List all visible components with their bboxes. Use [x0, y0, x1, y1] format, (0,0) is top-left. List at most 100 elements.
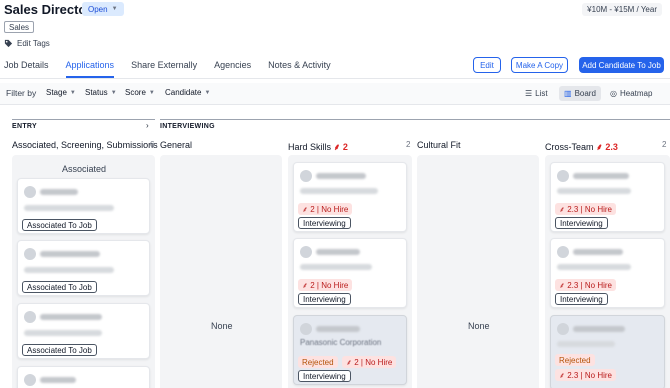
candidate-name [573, 326, 625, 332]
column-title-hard-skills: Hard Skills ⸙ 2 [288, 140, 348, 153]
filter-candidate[interactable]: Candidate ▼ [165, 88, 210, 97]
candidate-company [24, 267, 114, 273]
edit-tags-link[interactable]: Edit Tags [4, 39, 50, 48]
score-value: 2.3 [567, 204, 579, 214]
candidate-card[interactable]: ⸙ 2.3 | No Hire Interviewing [550, 238, 665, 308]
status-dropdown[interactable]: Open ▼ [82, 2, 124, 16]
score-icon: ⸙ [559, 280, 565, 290]
view-heatmap-label: Heatmap [619, 89, 653, 98]
candidate-card[interactable] [17, 366, 150, 388]
add-candidate-button[interactable]: Add Candidate To Job [579, 57, 664, 73]
view-heatmap-button[interactable]: ◎ Heatmap [605, 86, 657, 101]
tab-job-details[interactable]: Job Details [4, 60, 49, 78]
filter-score-label: Score [125, 88, 146, 97]
candidate-company [300, 264, 372, 270]
tab-agencies[interactable]: Agencies [214, 60, 251, 78]
candidate-card[interactable]: ⸙ 2.3 | No Hire Interviewing [550, 162, 665, 232]
candidate-card[interactable]: ⸙ 2 | No Hire Interviewing [293, 162, 407, 232]
make-copy-button[interactable]: Make A Copy [511, 57, 568, 73]
chevron-down-icon: ▼ [204, 89, 211, 96]
candidate-card[interactable]: ⸙ 2 | No Hire Interviewing [293, 238, 407, 308]
rejected-badge: Rejected [298, 356, 338, 368]
view-list-button[interactable]: ☰ List [520, 86, 553, 101]
hire-label: No Hire [584, 370, 613, 380]
filter-stage[interactable]: Stage ▼ [46, 88, 76, 97]
avatar [557, 246, 569, 258]
avatar [557, 170, 569, 182]
score-icon: ⸙ [302, 280, 308, 290]
filter-status[interactable]: Status ▼ [85, 88, 117, 97]
tab-divider [0, 78, 670, 79]
view-list-label: List [535, 89, 548, 98]
score-value: 2.3 [567, 370, 579, 380]
candidate-name [573, 249, 623, 255]
edit-button[interactable]: Edit [473, 57, 501, 73]
status-badge: Associated To Job [22, 344, 97, 356]
score-value: 2 [310, 204, 315, 214]
filter-label: Filter by [6, 88, 37, 98]
edit-tags-label: Edit Tags [17, 39, 50, 48]
list-icon: ☰ [525, 89, 533, 98]
score-badge: ⸙ 2 | No Hire [298, 203, 353, 215]
column-count: 6 [150, 140, 155, 149]
candidate-company [300, 188, 378, 194]
candidate-name [316, 249, 360, 255]
salary-badge: ¥10M - ¥15M / Year [582, 3, 662, 16]
status-badge: Interviewing [555, 217, 608, 229]
chevron-down-icon: ▼ [69, 89, 76, 96]
column-score: 2 [342, 142, 348, 152]
tab-applications[interactable]: Applications [65, 60, 115, 78]
candidate-name [40, 251, 100, 257]
column-general [160, 155, 282, 388]
column-hard-skills-label: Hard Skills [288, 142, 332, 152]
column-title-associated: Associated, Screening, Submissions [12, 140, 158, 150]
candidate-card[interactable]: Associated To Job [17, 178, 150, 234]
page-title: Sales Director [4, 2, 92, 17]
candidate-card[interactable]: Associated To Job [17, 240, 150, 296]
avatar [300, 323, 312, 335]
candidate-card[interactable]: Panasonic Corporation Rejected ⸙ 2 | No … [293, 315, 407, 385]
column-title-cross-team: Cross-Team ⸙ 2.3 [545, 140, 618, 153]
view-board-button[interactable]: ▥ Board [559, 86, 601, 101]
column-cultural-fit [417, 155, 539, 388]
status-badge: Interviewing [298, 293, 351, 305]
hire-label: No Hire [365, 357, 393, 367]
tag-chip: Sales [4, 21, 35, 33]
avatar [24, 186, 36, 198]
board-icon: ▥ [564, 89, 572, 98]
candidate-company [24, 205, 114, 211]
score-icon: ⸙ [346, 357, 352, 367]
avatar [24, 374, 36, 386]
candidate-card[interactable]: Rejected ⸙ 2.3 | No Hire [550, 315, 665, 388]
heatmap-icon: ◎ [610, 89, 617, 98]
group-heading: Associated [62, 164, 107, 174]
status-label: Open [88, 4, 108, 14]
hire-label: No Hire [584, 280, 613, 290]
status-badge: Interviewing [555, 293, 608, 305]
score-icon: ⸙ [333, 142, 341, 152]
hire-label: No Hire [584, 204, 613, 214]
chevron-down-icon: ▼ [148, 89, 155, 96]
stage-interviewing-label: INTERVIEWING [160, 123, 215, 130]
score-icon: ⸙ [559, 370, 565, 380]
tag-icon [4, 39, 13, 48]
filter-stage-label: Stage [46, 88, 67, 97]
filter-status-label: Status [85, 88, 108, 97]
score-badge: ⸙ 2.3 | No Hire [555, 203, 617, 215]
score-icon: ⸙ [596, 142, 603, 152]
candidate-name [40, 377, 76, 383]
score-value: 2 [354, 357, 359, 367]
column-count: 2 [662, 140, 667, 149]
filter-candidate-label: Candidate [165, 88, 202, 97]
score-icon: ⸙ [302, 204, 308, 214]
candidate-card[interactable]: Associated To Job [17, 303, 150, 359]
tab-share-externally[interactable]: Share Externally [131, 60, 197, 78]
chevron-right-icon[interactable]: › [146, 121, 149, 130]
tab-notes-activity[interactable]: Notes & Activity [268, 60, 331, 78]
candidate-name [40, 189, 78, 195]
column-count: 2 [406, 140, 411, 149]
candidate-company [557, 341, 615, 347]
score-badge: ⸙ 2 | No Hire [342, 356, 397, 368]
status-badge: Interviewing [298, 217, 351, 229]
filter-score[interactable]: Score ▼ [125, 88, 155, 97]
